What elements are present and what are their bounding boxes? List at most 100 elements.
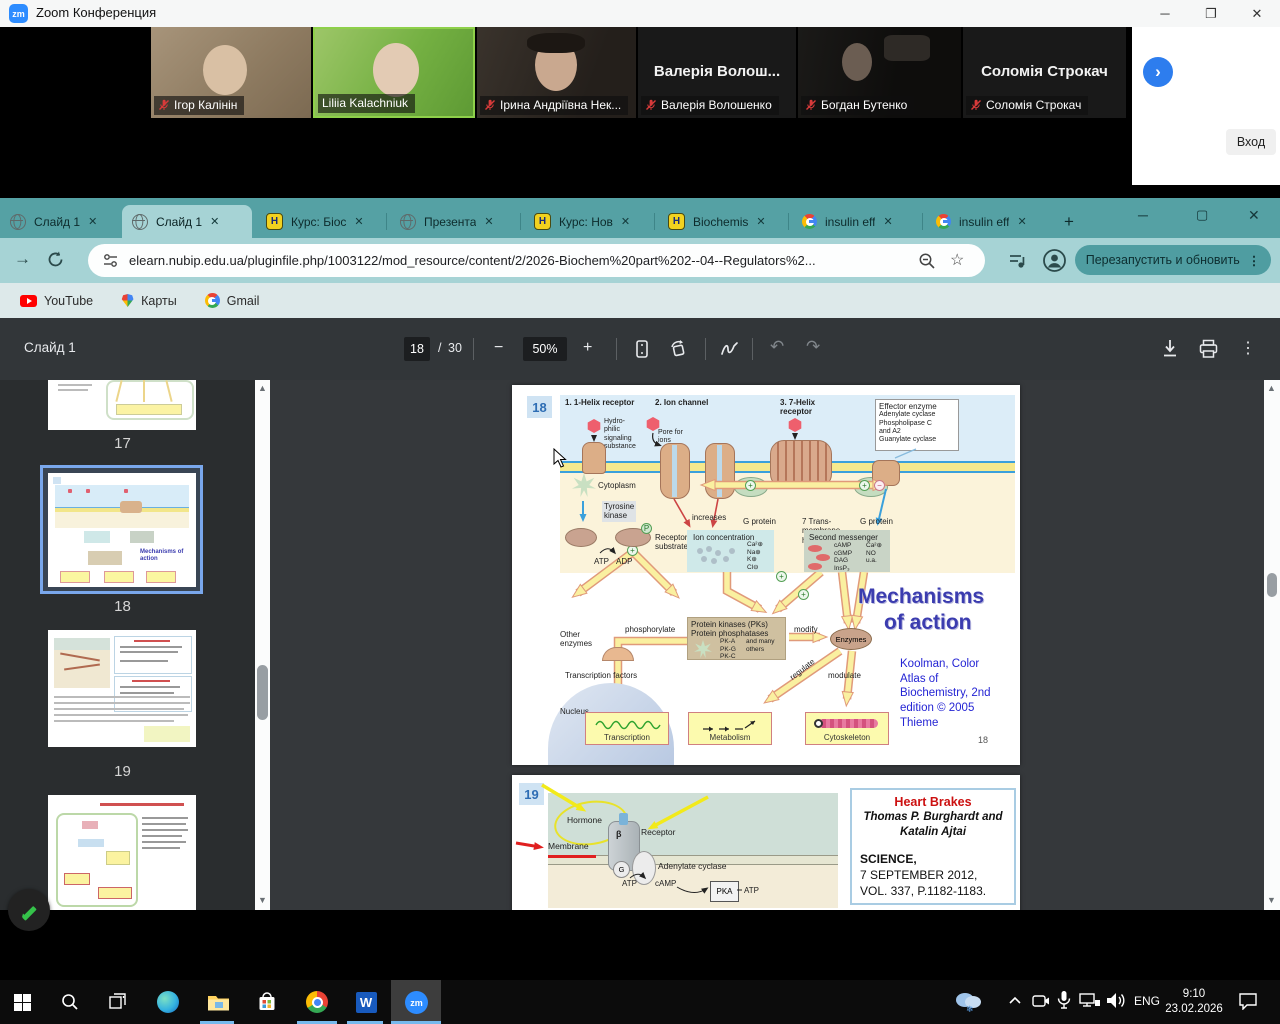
sidebar-scrollbar[interactable]: ▲ ▼	[255, 380, 270, 910]
zoom-login-button[interactable]: Вход	[1226, 129, 1276, 155]
scroll-up-icon[interactable]: ▲	[255, 383, 270, 393]
ion-cluster	[695, 546, 739, 568]
label-atp: ATP	[594, 557, 609, 566]
file-explorer-taskbar-icon[interactable]	[196, 980, 240, 1024]
menu-dots-icon[interactable]: ⋮	[1248, 253, 1261, 268]
forward-icon[interactable]: →	[14, 249, 31, 269]
task-view-button[interactable]	[96, 980, 140, 1024]
reload-icon[interactable]	[46, 250, 65, 269]
zoom-in-button[interactable]: +	[583, 339, 592, 357]
bookmark-gmail[interactable]: Gmail	[205, 293, 260, 308]
participant-display-name: Валерія Волош...	[638, 63, 796, 80]
browser-minimize-button[interactable]: ─	[1138, 207, 1148, 223]
address-bar[interactable]: elearn.nubip.edu.ua/pluginfile.php/10031…	[88, 244, 985, 277]
participant-video	[203, 45, 247, 95]
bookmark-youtube[interactable]: YouTube	[20, 294, 93, 308]
zoom-maximize-button[interactable]: ❐	[1188, 0, 1234, 27]
fit-to-page-icon[interactable]	[633, 339, 651, 359]
relaunch-update-button[interactable]: Перезапустить и обновить ⋮	[1075, 245, 1271, 275]
media-controls-icon[interactable]	[1008, 251, 1028, 271]
pdf-more-menu-icon[interactable]: ⋮	[1240, 338, 1256, 358]
main-scrollbar[interactable]: ▲ ▼	[1264, 380, 1280, 910]
url-text[interactable]: elearn.nubip.edu.ua/pluginfile.php/10031…	[129, 253, 816, 268]
bookmark-maps[interactable]: Карты	[121, 294, 177, 308]
chrome-taskbar-icon[interactable]	[295, 980, 339, 1024]
thumbnail-page-17[interactable]	[48, 380, 196, 430]
tab-kurs-bio[interactable]: H Курс: Біос ✕	[258, 205, 380, 238]
toolbar-divider	[616, 338, 617, 360]
thumb-shape	[146, 571, 176, 583]
tab-close-icon[interactable]: ✕	[1017, 215, 1026, 228]
new-tab-button[interactable]: +	[1056, 205, 1082, 238]
tab-kurs-new[interactable]: H Курс: Нов ✕	[526, 205, 648, 238]
site-settings-icon[interactable]	[102, 252, 119, 269]
page-number-input[interactable]: 18	[404, 337, 430, 361]
annotate-fab-button[interactable]	[8, 889, 50, 931]
tab-presentation[interactable]: Презента ✕	[392, 205, 514, 238]
tab-insulin-2[interactable]: insulin eff ✕	[928, 205, 1050, 238]
journal-volume: VOL. 337, P.1182-1183.	[860, 884, 986, 898]
browser-close-button[interactable]: ✕	[1248, 207, 1260, 224]
chrome-window: Слайд 1 ✕ Слайд 1 ✕ H Курс: Біос ✕ Презе…	[0, 198, 1280, 910]
pdf-pages-viewport[interactable]: 18 1. 1-Helix receptor 2. Ion channel 3.…	[270, 380, 1264, 910]
tray-microphone-icon[interactable]	[1057, 990, 1071, 1015]
tab-close-icon[interactable]: ✕	[756, 215, 765, 228]
scroll-down-icon[interactable]: ▼	[1264, 895, 1279, 905]
participant-tile-valeriia[interactable]: Валерія Волош... Валерія Волошенко	[638, 27, 796, 118]
zoom-minimize-button[interactable]: ─	[1142, 0, 1188, 27]
action-center-button[interactable]	[1238, 992, 1258, 1015]
zoom-out-page-icon[interactable]	[918, 252, 936, 270]
word-taskbar-icon[interactable]: W	[344, 980, 388, 1024]
download-icon[interactable]	[1160, 338, 1180, 359]
bookmark-star-icon[interactable]: ☆	[950, 250, 964, 270]
main-scrollbar-thumb[interactable]	[1267, 573, 1277, 597]
tab-biochemistry[interactable]: H Biochemis ✕	[660, 205, 782, 238]
store-taskbar-icon[interactable]	[245, 980, 289, 1024]
print-icon[interactable]	[1198, 339, 1219, 359]
tray-volume-icon[interactable]	[1105, 991, 1127, 1015]
tab-slide1-a[interactable]: Слайд 1 ✕	[2, 205, 118, 238]
participant-tile-solomiia[interactable]: Соломія Строкач Соломія Строкач	[963, 27, 1126, 118]
profile-avatar-icon[interactable]	[1042, 248, 1067, 273]
browser-maximize-button[interactable]: ▢	[1196, 207, 1208, 223]
thumb-shape	[134, 640, 170, 642]
scroll-up-icon[interactable]: ▲	[1264, 383, 1279, 393]
zoom-taskbar-tile-active[interactable]: zm	[391, 980, 441, 1024]
tab-close-icon[interactable]: ✕	[354, 215, 363, 228]
thumbnail-page-18-selected[interactable]: Mechanisms of action	[48, 473, 196, 587]
participant-tile-liliia-active-speaker[interactable]: Liliia Kalachniuk	[313, 27, 475, 118]
tray-network-icon[interactable]	[1079, 992, 1101, 1015]
thumbnail-page-19[interactable]	[48, 630, 196, 747]
tab-close-icon[interactable]: ✕	[621, 215, 630, 228]
tab-close-icon[interactable]: ✕	[883, 215, 892, 228]
participant-tile-igor[interactable]: Ігор Калінін	[151, 27, 311, 118]
keyboard-language[interactable]: ENG	[1134, 994, 1160, 1008]
slide-title-line2: of action	[884, 611, 972, 635]
participant-tile-bohdan[interactable]: Богдан Бутенко	[798, 27, 961, 118]
thumbnail-page-20[interactable]	[48, 795, 196, 910]
participant-tile-iryna[interactable]: Ірина Андріївна Нек...	[477, 27, 636, 118]
clock[interactable]: 9:10 23.02.2026	[1163, 987, 1225, 1017]
redo-icon[interactable]: ↷	[806, 337, 820, 357]
zoom-level-value[interactable]: 50%	[523, 337, 567, 361]
tab-slide1-b-active[interactable]: Слайд 1 ✕	[122, 205, 252, 238]
tray-expand-chevron[interactable]	[1008, 994, 1022, 1012]
tab-close-icon[interactable]: ✕	[210, 215, 219, 228]
gallery-next-page-button[interactable]: ›	[1143, 57, 1173, 87]
tab-close-icon[interactable]: ✕	[484, 215, 493, 228]
sidebar-scrollbar-thumb[interactable]	[257, 665, 268, 720]
zoom-close-button[interactable]: ✕	[1234, 0, 1280, 27]
rotate-page-icon[interactable]	[668, 339, 688, 359]
taskbar-search-button[interactable]	[48, 980, 92, 1024]
undo-icon[interactable]: ↶	[770, 337, 784, 357]
zoom-out-button[interactable]: −	[494, 339, 503, 357]
scroll-down-icon[interactable]: ▼	[255, 895, 270, 905]
participant-name-label: Ірина Андріївна Нек...	[480, 96, 628, 115]
tab-insulin-1[interactable]: insulin eff ✕	[794, 205, 916, 238]
start-button[interactable]	[0, 980, 44, 1024]
tray-meeting-icon[interactable]	[1031, 992, 1051, 1015]
annotate-pen-icon[interactable]	[720, 341, 740, 357]
edge-taskbar-icon[interactable]	[146, 980, 190, 1024]
tab-close-icon[interactable]: ✕	[88, 215, 97, 228]
weather-tray-icon[interactable]: ❄	[953, 988, 983, 1019]
